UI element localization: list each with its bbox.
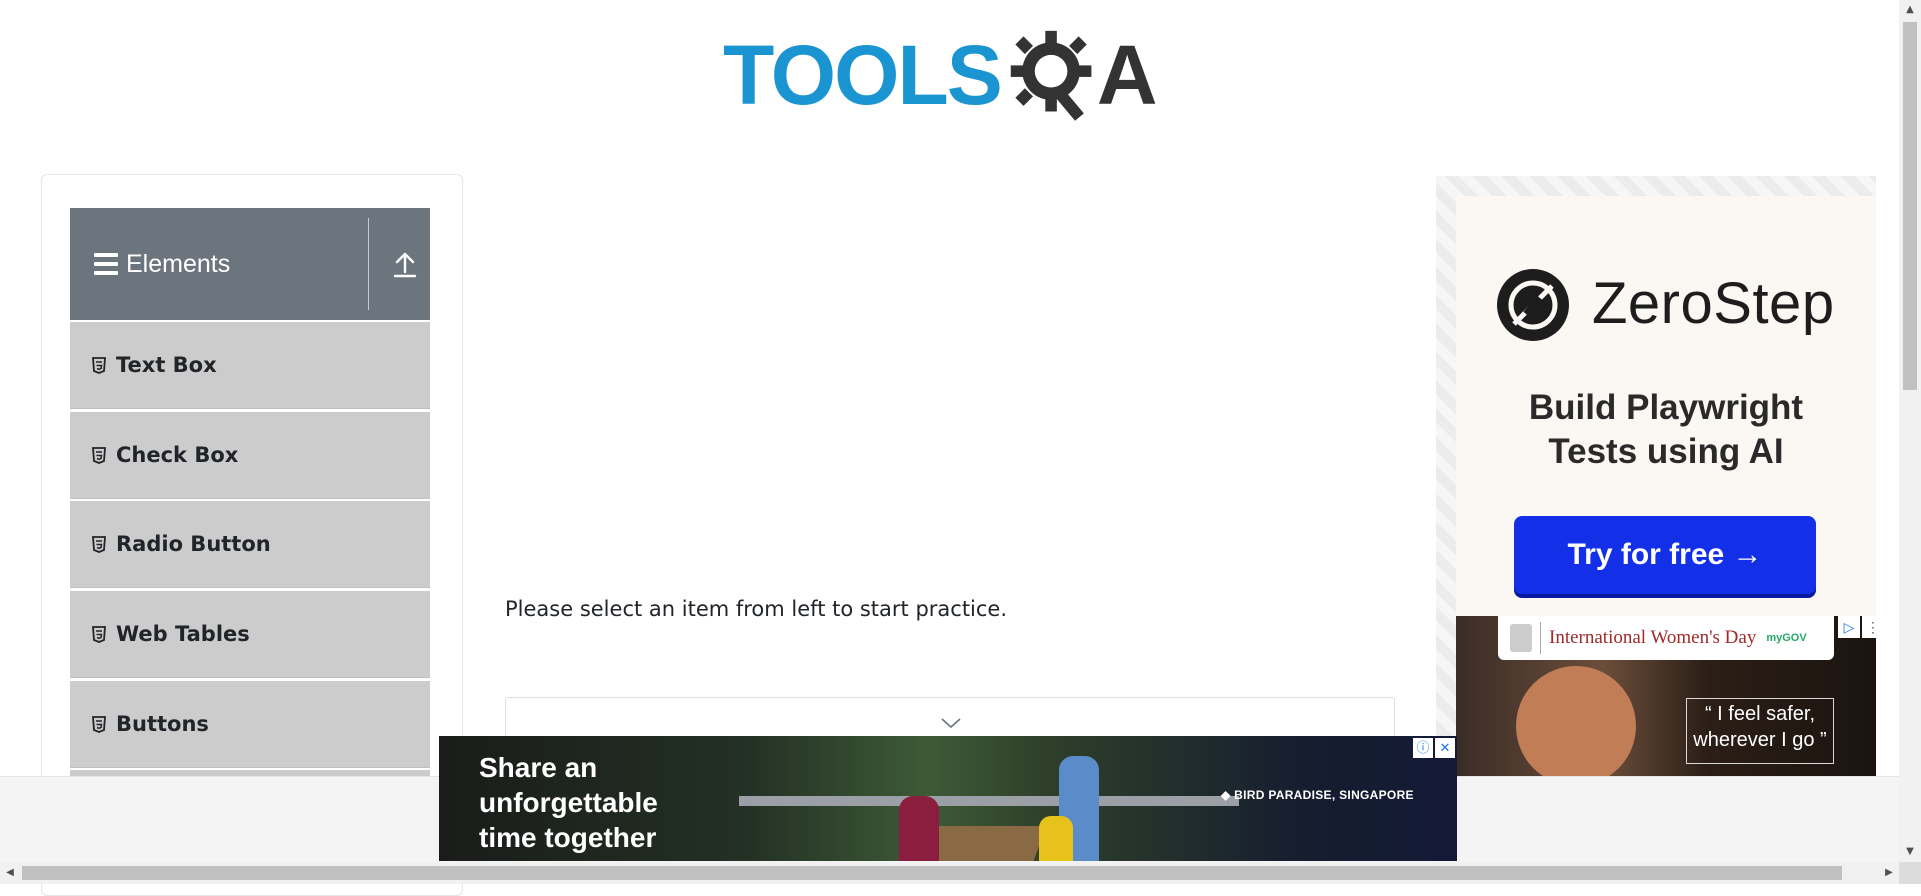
sidebar-item-text-box[interactable]: Text Box <box>70 321 430 409</box>
banner-headline: Share an unforgettable time together <box>479 750 658 855</box>
logo-text-tools: TOOLS <box>723 28 1003 122</box>
ad-card: ZeroStep Build Playwright Tests using AI… <box>1456 196 1876 616</box>
ad-figure-shape <box>899 796 939 861</box>
scrollbar-corner <box>1899 862 1921 884</box>
elements-group-header[interactable]: Elements <box>70 208 430 320</box>
close-icon[interactable]: ✕ <box>1435 738 1455 758</box>
gov-ad-header: International Women's Day myGOV <box>1498 616 1834 660</box>
location-text: BIRD PARADISE, SINGAPORE <box>1234 788 1414 802</box>
ad-brand-name: ZeroStep <box>1592 271 1835 336</box>
sidebar-item-label: Web Tables <box>116 622 250 646</box>
emblem-icon <box>1510 624 1532 652</box>
gov-ad-title: International Women's Day <box>1549 627 1757 648</box>
html5-icon <box>92 535 106 553</box>
try-for-free-button[interactable]: Try for free → <box>1514 516 1816 594</box>
group-title: Elements <box>126 249 231 278</box>
ad-tagline-line1: Build Playwright <box>1528 388 1804 427</box>
chevron-down-icon <box>941 718 961 729</box>
sidebar-item-check-box[interactable]: Check Box <box>70 411 430 499</box>
sidebar-item-web-tables[interactable]: Web Tables <box>70 590 430 678</box>
sidebar-item-label: Check Box <box>116 443 239 467</box>
headline-line3: time together <box>479 822 657 853</box>
separator <box>1540 622 1541 654</box>
instruction-text: Please select an item from left to start… <box>505 597 1008 621</box>
site-logo[interactable]: TOOLS A <box>723 20 1183 130</box>
ad-rail-shape <box>739 796 1239 806</box>
html5-icon <box>92 715 106 733</box>
horizontal-scroll-thumb[interactable] <box>22 866 1842 880</box>
hamburger-icon <box>94 253 118 275</box>
ad-tagline: Build Playwright Tests using AI <box>1456 386 1876 474</box>
collapse-up-icon[interactable] <box>390 248 420 280</box>
quote-line1: “ I feel safer, <box>1704 703 1816 725</box>
horizontal-scrollbar[interactable]: ◀ ▶ <box>0 862 1899 884</box>
info-icon[interactable]: ⓘ <box>1413 738 1433 758</box>
sidebar-item-label: Buttons <box>116 712 209 736</box>
sidebar-item-label: Text Box <box>116 353 217 377</box>
mygov-logo: myGOV <box>1766 632 1807 644</box>
sidebar-item-buttons[interactable]: Buttons <box>70 680 430 768</box>
html5-icon <box>92 625 106 643</box>
banner-ad-controls: ⓘ ✕ <box>1413 738 1455 758</box>
scroll-down-icon[interactable]: ▼ <box>1899 842 1921 862</box>
gov-ad[interactable]: International Women's Day myGOV “ I feel… <box>1456 616 1876 776</box>
scroll-up-icon[interactable]: ▲ <box>1899 0 1921 20</box>
headline-line1: Share an <box>479 752 598 783</box>
vertical-scroll-thumb[interactable] <box>1903 22 1917 390</box>
vertical-scrollbar[interactable]: ▲ ▼ <box>1899 0 1921 862</box>
header-divider <box>368 218 369 310</box>
gov-ad-quote: “ I feel safer, wherever I go ” <box>1686 698 1834 764</box>
scroll-right-icon[interactable]: ▶ <box>1879 862 1899 884</box>
gear-magnifier-icon <box>1010 30 1092 121</box>
sidebar-item-radio-button[interactable]: Radio Button <box>70 500 430 588</box>
banner-location: ◆ BIRD PARADISE, SINGAPORE <box>1221 788 1414 802</box>
headline-line2: unforgettable <box>479 787 658 818</box>
ad-person-image <box>1516 666 1636 776</box>
zerostep-logo-icon <box>1497 269 1569 341</box>
ad-tagline-line2: Tests using AI <box>1548 432 1784 471</box>
html5-icon <box>92 446 106 464</box>
ad-figure-shape <box>1039 816 1073 861</box>
more-options-icon[interactable]: ⋮ <box>1862 616 1876 638</box>
sidebar-item-label: Radio Button <box>116 532 271 556</box>
adchoices-icon[interactable]: ▷ <box>1838 616 1860 638</box>
quote-line2: wherever I go ” <box>1693 729 1827 751</box>
scroll-left-icon[interactable]: ◀ <box>0 862 20 884</box>
bottom-banner-ad[interactable]: Share an unforgettable time together ◆ B… <box>439 736 1457 861</box>
html5-icon <box>92 356 106 374</box>
logo-text-a: A <box>1096 28 1158 122</box>
